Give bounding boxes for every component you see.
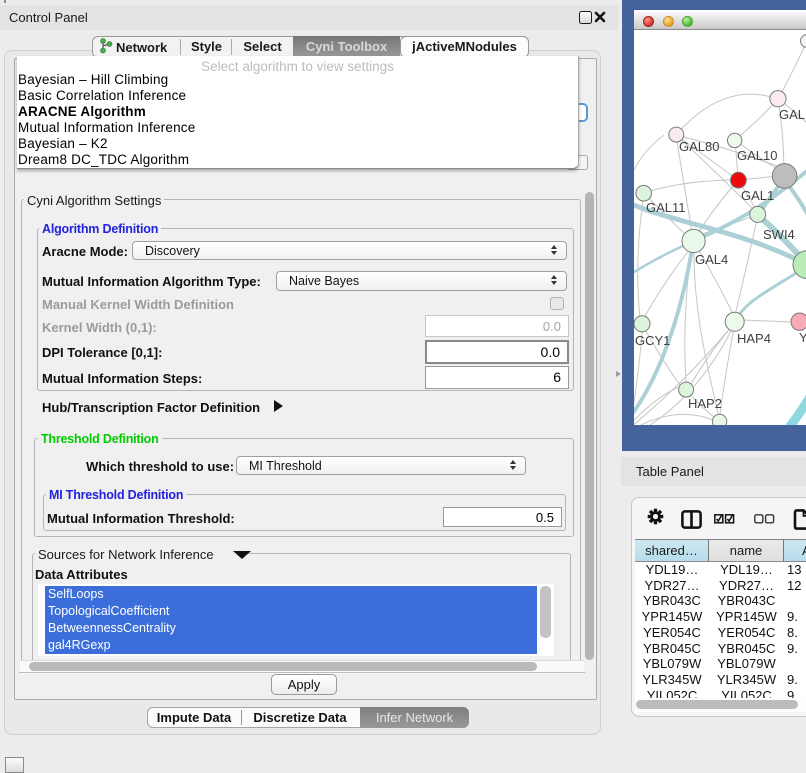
svg-text:GAL4: GAL4: [695, 252, 728, 267]
svg-text:SWI4: SWI4: [763, 227, 795, 242]
svg-text:HAP4: HAP4: [737, 331, 771, 346]
svg-text:GAL1: GAL1: [741, 188, 774, 203]
svg-text:HAP2: HAP2: [688, 396, 722, 411]
svg-text:GAL10: GAL10: [737, 148, 777, 163]
svg-text:Y: Y: [799, 330, 806, 345]
svg-text:GAL11: GAL11: [646, 200, 686, 215]
svg-text:GAL80: GAL80: [679, 139, 719, 154]
svg-text:GAL: GAL: [779, 107, 805, 122]
svg-text:GCY1: GCY1: [635, 333, 670, 348]
